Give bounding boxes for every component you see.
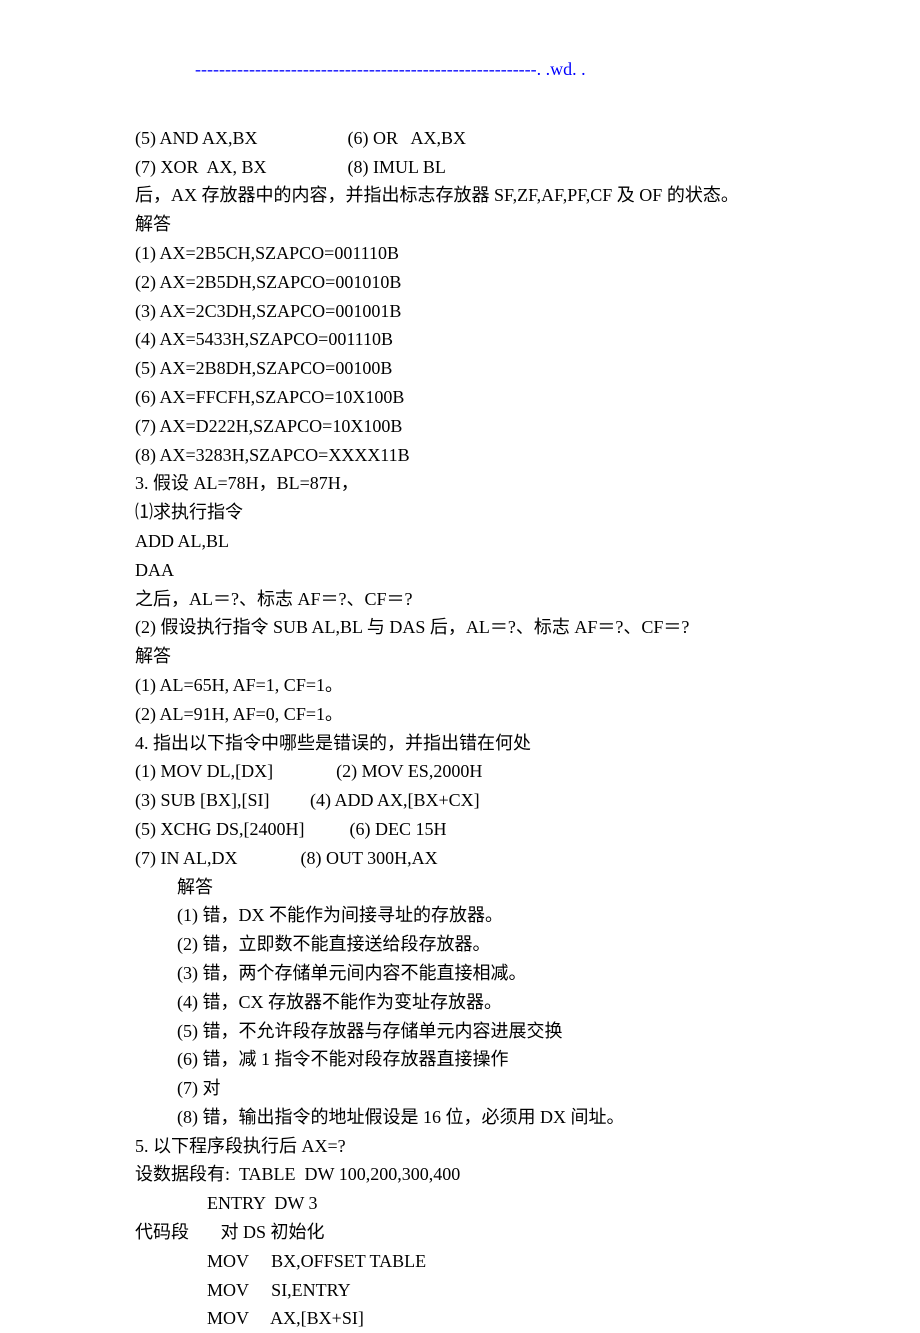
text-line: 5. 以下程序段执行后 AX=? bbox=[135, 1132, 785, 1161]
text-line: MOV BX,OFFSET TABLE bbox=[135, 1247, 785, 1276]
text-line: ADD AL,BL bbox=[135, 527, 785, 556]
text-line: 设数据段有: TABLE DW 100,200,300,400 bbox=[135, 1160, 785, 1189]
text-line: (7) XOR AX, BX (8) IMUL BL bbox=[135, 153, 785, 182]
text-line: (6) AX=FFCFH,SZAPCO=10X100B bbox=[135, 383, 785, 412]
text-line: (2) AL=91H, AF=0, CF=1。 bbox=[135, 700, 785, 729]
page-header: ----------------------------------------… bbox=[135, 55, 785, 84]
text-line: (1) AX=2B5CH,SZAPCO=001110B bbox=[135, 239, 785, 268]
text-line: 3. 假设 AL=78H，BL=87H， bbox=[135, 469, 785, 498]
text-line: (3) 错，两个存储单元间内容不能直接相减。 bbox=[135, 959, 785, 988]
text-line: 之后，AL＝?、标志 AF＝?、CF＝? bbox=[135, 585, 785, 614]
text-line: ⑴求执行指令 bbox=[135, 498, 785, 527]
text-line: (4) AX=5433H,SZAPCO=001110B bbox=[135, 325, 785, 354]
text-line: (1) MOV DL,[DX] (2) MOV ES,2000H bbox=[135, 757, 785, 786]
text-line: (7) IN AL,DX (8) OUT 300H,AX bbox=[135, 844, 785, 873]
text-line: MOV AX,[BX+SI] bbox=[135, 1304, 785, 1333]
text-line: (1) AL=65H, AF=1, CF=1。 bbox=[135, 671, 785, 700]
text-line: (2) 假设执行指令 SUB AL,BL 与 DAS 后，AL＝?、标志 AF＝… bbox=[135, 613, 785, 642]
text-line: (2) AX=2B5DH,SZAPCO=001010B bbox=[135, 268, 785, 297]
text-line: (5) 错，不允许段存放器与存储单元内容进展交换 bbox=[135, 1017, 785, 1046]
text-line: DAA bbox=[135, 556, 785, 585]
text-line: ENTRY DW 3 bbox=[135, 1189, 785, 1218]
text-line: (1) 错，DX 不能作为间接寻址的存放器。 bbox=[135, 901, 785, 930]
document-body: (5) AND AX,BX (6) OR AX,BX (7) XOR AX, B… bbox=[135, 124, 785, 1333]
text-line: (5) AX=2B8DH,SZAPCO=00100B bbox=[135, 354, 785, 383]
text-line: (2) 错，立即数不能直接送给段存放器。 bbox=[135, 930, 785, 959]
text-line: (3) SUB [BX],[SI] (4) ADD AX,[BX+CX] bbox=[135, 786, 785, 815]
text-line: (5) AND AX,BX (6) OR AX,BX bbox=[135, 124, 785, 153]
text-line: 4. 指出以下指令中哪些是错误的，并指出错在何处 bbox=[135, 729, 785, 758]
text-line: 解答 bbox=[135, 210, 785, 239]
text-line: 代码段 对 DS 初始化 bbox=[135, 1218, 785, 1247]
text-line: (8) AX=3283H,SZAPCO=XXXX11B bbox=[135, 441, 785, 470]
text-line: (6) 错，减 1 指令不能对段存放器直接操作 bbox=[135, 1045, 785, 1074]
text-line: (5) XCHG DS,[2400H] (6) DEC 15H bbox=[135, 815, 785, 844]
text-line: (7) AX=D222H,SZAPCO=10X100B bbox=[135, 412, 785, 441]
text-line: 解答 bbox=[135, 873, 785, 902]
text-line: (3) AX=2C3DH,SZAPCO=001001B bbox=[135, 297, 785, 326]
text-line: (8) 错，输出指令的地址假设是 16 位，必须用 DX 间址。 bbox=[135, 1103, 785, 1132]
text-line: 后，AX 存放器中的内容，并指出标志存放器 SF,ZF,AF,PF,CF 及 O… bbox=[135, 181, 785, 210]
text-line: (4) 错，CX 存放器不能作为变址存放器。 bbox=[135, 988, 785, 1017]
text-line: 解答 bbox=[135, 642, 785, 671]
text-line: MOV SI,ENTRY bbox=[135, 1276, 785, 1305]
text-line: (7) 对 bbox=[135, 1074, 785, 1103]
